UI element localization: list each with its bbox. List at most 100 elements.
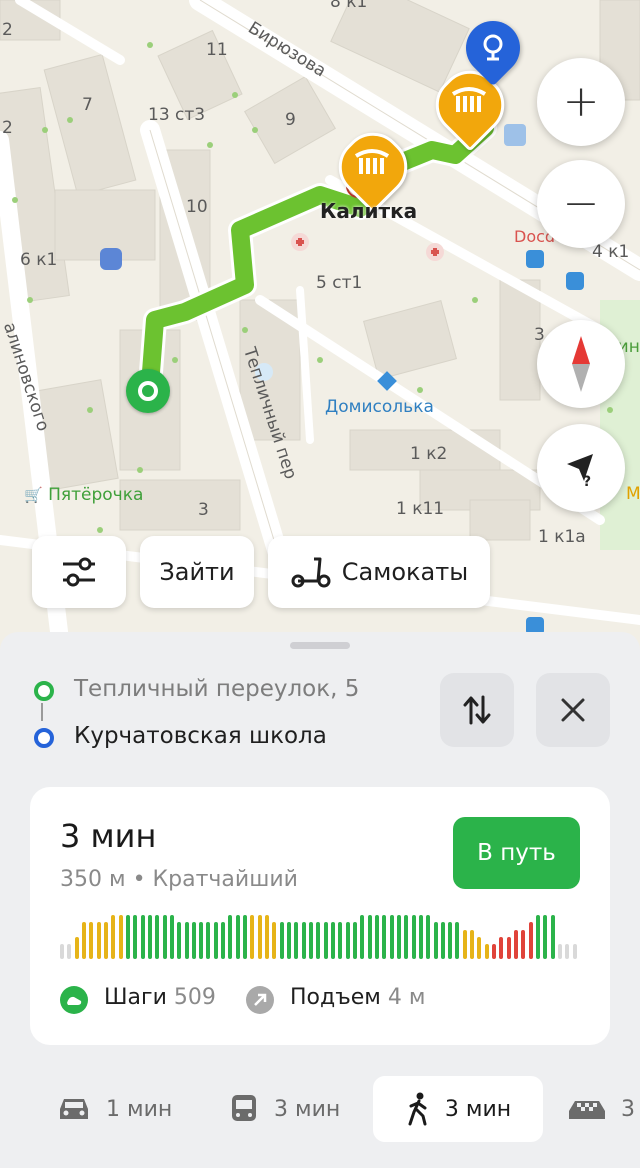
elevation-bar <box>199 922 204 959</box>
building-label: 1 к1а <box>538 527 586 547</box>
sheet-drag-handle[interactable] <box>290 642 350 649</box>
swap-route-button[interactable] <box>440 673 514 747</box>
scooters-button-label: Самокаты <box>341 558 469 586</box>
elevation-bar <box>572 944 577 959</box>
compass-icon <box>572 336 590 392</box>
enter-button-label: Зайти <box>159 558 235 586</box>
elevation-bar <box>550 915 555 959</box>
building-label: 3 <box>198 500 209 520</box>
elevation-bar <box>89 922 94 959</box>
close-icon <box>561 698 585 722</box>
building-label: 2 <box>2 118 13 138</box>
globe-icon <box>478 32 508 62</box>
mode-taxi-time: 3 <box>621 1096 635 1122</box>
elevation-bar <box>81 922 86 959</box>
zoom-in-button[interactable]: + <box>537 58 625 146</box>
elevation-bar <box>96 922 101 959</box>
elevation-bar <box>352 922 357 959</box>
elevation-bar <box>426 915 431 959</box>
route-details: 350 м • Кратчайший <box>60 867 298 892</box>
scooters-button[interactable]: Самокаты <box>268 536 490 608</box>
elevation-bar <box>74 937 79 959</box>
elevation-bar <box>521 929 526 959</box>
elevation-bar <box>272 922 277 959</box>
elevation-bar <box>338 922 343 959</box>
elevation-bar <box>67 944 72 959</box>
poi-label-domisolka[interactable]: Домисолька <box>325 397 434 417</box>
elevation-bar <box>389 915 394 959</box>
building-label: 1 к2 <box>410 444 448 464</box>
route-start-marker[interactable] <box>126 369 170 413</box>
elevation-bar <box>418 915 423 959</box>
start-navigation-button[interactable]: В путь <box>453 817 580 889</box>
route-from-field[interactable]: Тепличный переулок, 5 <box>74 676 359 702</box>
elevation-bar <box>433 922 438 959</box>
elevation-chart <box>60 913 580 959</box>
elevation-bar <box>111 915 116 959</box>
elevation-bar <box>140 915 145 959</box>
elevation-bar <box>316 922 321 959</box>
route-to-field[interactable]: Курчатовская школа <box>74 723 327 749</box>
building-label: 5 ст1 <box>316 273 363 293</box>
ascent-icon <box>246 986 274 1014</box>
building-label: 8 к1 <box>330 0 368 12</box>
to-point-icon <box>34 728 54 748</box>
elevation-bar <box>558 944 563 959</box>
mode-car-tab[interactable]: 1 мин <box>56 1076 172 1142</box>
steps-label: Шаги <box>104 985 167 1010</box>
museum-pin-2-glyph-icon <box>449 86 489 116</box>
building-label: 6 к1 <box>20 250 58 270</box>
poi-label-m: М <box>626 484 640 504</box>
route-sheet: Тепличный переулок, 5 Курчатовская школа… <box>0 632 640 1168</box>
zoom-out-button[interactable]: − <box>537 160 625 248</box>
building-label: 1 к11 <box>396 499 445 519</box>
elevation-bar <box>492 944 497 959</box>
elevation-bar <box>60 944 64 959</box>
poi-label-kalitka[interactable]: Калитка <box>320 199 417 223</box>
my-location-button[interactable]: ? <box>537 424 625 512</box>
elevation-bar <box>499 937 504 959</box>
elevation-bar <box>455 922 460 959</box>
close-route-button[interactable] <box>536 673 610 747</box>
poi-label-pyaterochka: 🛒 Пятёрочка <box>24 485 143 505</box>
waypoint-connector <box>41 703 43 721</box>
steps-icon <box>60 986 88 1014</box>
plus-icon: + <box>562 76 600 127</box>
elevation-bar <box>565 944 570 959</box>
elevation-bar <box>528 922 533 959</box>
compass-button[interactable] <box>537 320 625 408</box>
elevation-bar <box>462 929 467 959</box>
mode-transit-tab[interactable]: 3 мин <box>228 1076 340 1142</box>
route-option-card[interactable]: 3 мин 350 м • Кратчайший В путь Шаги 509… <box>30 787 610 1045</box>
ascent-value: 4 м <box>387 985 426 1010</box>
steps-info: Шаги 509 <box>104 985 216 1010</box>
swap-arrows-icon <box>463 695 491 725</box>
elevation-bar <box>360 915 365 959</box>
mode-walk-tab[interactable]: 3 мин <box>373 1076 543 1142</box>
building-label: 4 к1 <box>592 242 630 262</box>
elevation-bar <box>169 915 174 959</box>
enter-button[interactable]: Зайти <box>140 536 254 608</box>
elevation-bar <box>206 922 211 959</box>
elevation-bar <box>257 915 262 959</box>
mode-taxi-tab[interactable]: 3 <box>565 1076 635 1142</box>
mode-car-time: 1 мин <box>106 1096 173 1122</box>
elevation-bar <box>484 944 489 959</box>
elevation-bar <box>191 922 196 959</box>
elevation-bar <box>125 915 130 959</box>
elevation-bar <box>155 915 160 959</box>
elevation-bar <box>411 915 416 959</box>
route-duration: 3 мин <box>60 817 157 855</box>
scooter-icon <box>291 557 331 588</box>
building-label: 11 <box>206 40 228 60</box>
elevation-bar <box>118 915 123 959</box>
steps-value: 509 <box>173 985 216 1010</box>
elevation-bar <box>294 922 299 959</box>
elevation-bar <box>514 929 519 959</box>
building-label: 13 ст3 <box>148 105 206 125</box>
car-icon <box>60 1099 88 1119</box>
filters-button[interactable] <box>32 536 126 608</box>
elevation-bar <box>162 915 167 959</box>
elevation-bar <box>543 915 548 959</box>
elevation-bar <box>477 937 482 959</box>
